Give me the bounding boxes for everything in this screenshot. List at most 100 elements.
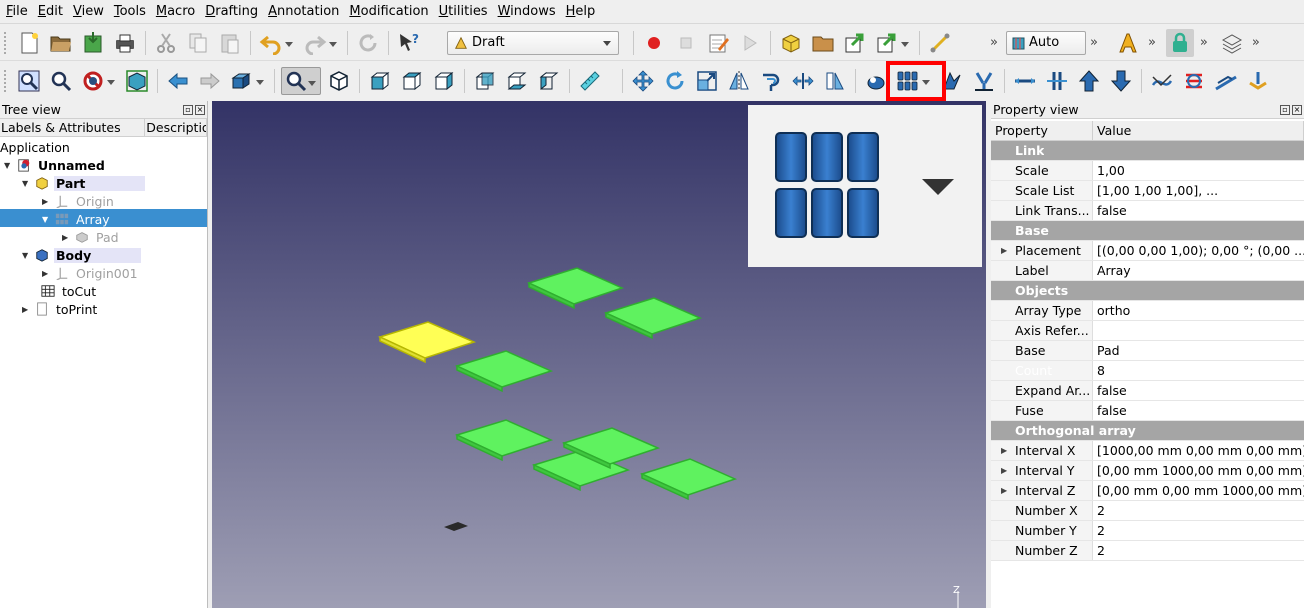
expand-arrow-icon[interactable]: ▶ (22, 305, 34, 314)
menu-file[interactable]: File (4, 4, 34, 19)
draft-slope-button[interactable] (1212, 67, 1240, 95)
cut-button[interactable] (152, 29, 180, 57)
toolbar-overflow-chevron[interactable]: » (990, 35, 998, 50)
collapse-arrow-icon[interactable]: ▼ (22, 251, 34, 260)
view-top-button[interactable] (398, 67, 426, 95)
tree-item-toprint[interactable]: ▶ toPrint (22, 300, 99, 318)
expand-arrow-icon[interactable]: ▶ (1001, 241, 1007, 260)
menu-drafting[interactable]: Drafting (203, 4, 264, 19)
property-row[interactable]: Link Trans... false (991, 201, 1304, 221)
macro-edit-button[interactable] (704, 29, 732, 57)
whats-this-button[interactable]: ? (395, 29, 423, 57)
draft-upgrade-button[interactable] (970, 67, 998, 95)
menu-macro[interactable]: Macro (154, 4, 201, 19)
layers-button[interactable] (1218, 29, 1246, 57)
draft-move-button[interactable] (629, 67, 657, 95)
toolbar-overflow-chevron[interactable]: » (1090, 35, 1098, 50)
property-value[interactable]: 1,00 (1093, 161, 1304, 180)
view-front-button[interactable] (366, 67, 394, 95)
property-row[interactable]: Fuse false (991, 401, 1304, 421)
draft-offset-button[interactable] (757, 67, 785, 95)
draft-scale-button[interactable] (693, 67, 721, 95)
tree-item-array[interactable]: ▼ Array (42, 210, 112, 228)
draft-downgrade-arrow-button[interactable] (1107, 67, 1135, 95)
macro-run-button[interactable] (736, 29, 764, 57)
property-col-name[interactable]: Property (991, 121, 1093, 140)
link-actions-button[interactable] (873, 29, 913, 57)
draft-split-button[interactable] (1011, 67, 1039, 95)
view-rear-button[interactable] (471, 67, 499, 95)
tree-item-unnamed[interactable]: ▼ Unnamed (4, 156, 107, 174)
tree-item-pad[interactable]: ▶ Pad (62, 228, 121, 246)
property-value[interactable]: false (1093, 201, 1304, 220)
refresh-button[interactable] (354, 29, 382, 57)
property-row[interactable]: ▶ Interval X [1000,00 mm 0,00 mm 0,00 mm] (991, 441, 1304, 461)
property-row[interactable]: Label Array (991, 261, 1304, 281)
property-row[interactable]: ▶ Placement [(0,00 0,00 1,00); 0,00 °; (0,… (991, 241, 1304, 261)
property-row[interactable]: Scale 1,00 (991, 161, 1304, 181)
draft-rotate-button[interactable] (661, 67, 689, 95)
copy-button[interactable] (184, 29, 212, 57)
menu-modification[interactable]: Modification (347, 4, 434, 19)
open-button[interactable] (47, 29, 75, 57)
toolbar-overflow-chevron[interactable]: » (1200, 35, 1208, 50)
property-value[interactable]: 8 (1093, 361, 1304, 380)
macro-record-button[interactable] (640, 29, 668, 57)
property-row[interactable]: ▶ Interval Z [0,00 mm 0,00 mm 1000,00 mm] (991, 481, 1304, 501)
fit-all-button[interactable] (15, 67, 43, 95)
toolbar-overflow-chevron[interactable]: » (1252, 35, 1260, 50)
property-row[interactable]: Count 8 (991, 361, 1304, 381)
menu-view[interactable]: View (71, 4, 110, 19)
macro-stop-button[interactable] (672, 29, 700, 57)
snap-lock-button[interactable] (1165, 28, 1194, 57)
property-value[interactable] (1093, 321, 1304, 340)
property-row[interactable]: Number Y 2 (991, 521, 1304, 541)
property-value[interactable]: false (1093, 401, 1304, 420)
close-panel-icon[interactable]: × (1292, 104, 1302, 115)
link-button[interactable] (841, 29, 869, 57)
property-row[interactable]: Axis Refer... (991, 321, 1304, 341)
property-value[interactable]: ortho (1093, 301, 1304, 320)
tree-col-labels[interactable]: Labels & Attributes (0, 119, 146, 136)
property-value[interactable]: [(0,00 0,00 1,00); 0,00 °; (0,00 ... (1093, 241, 1304, 260)
back-button[interactable] (164, 67, 192, 95)
draft-wire-to-bspline-button[interactable] (1148, 67, 1176, 95)
draft-clone-button[interactable] (821, 67, 849, 95)
tree-item-part[interactable]: ▼ Part (22, 174, 146, 192)
paste-button[interactable] (216, 29, 244, 57)
3d-viewport[interactable]: Z (212, 101, 986, 608)
property-value[interactable]: 2 (1093, 521, 1304, 540)
print-button[interactable] (111, 29, 139, 57)
view-bottom-button[interactable] (503, 67, 531, 95)
float-panel-icon[interactable]: ▫ (183, 104, 193, 115)
draft-stretch-button[interactable] (789, 67, 817, 95)
measure-button[interactable] (576, 67, 604, 95)
expand-arrow-icon[interactable]: ▶ (1001, 461, 1007, 480)
draft-working-plane-proxy-button[interactable] (1244, 67, 1272, 95)
draft-draft2sketch-button[interactable] (1180, 67, 1208, 95)
menu-windows[interactable]: Windows (496, 4, 562, 19)
save-button[interactable] (79, 29, 107, 57)
collapse-arrow-icon[interactable]: ▼ (22, 179, 34, 188)
close-panel-icon[interactable]: × (195, 104, 205, 115)
tree-item-origin[interactable]: ▶ Origin (42, 192, 116, 210)
expand-arrow-icon[interactable]: ▶ (1001, 481, 1007, 500)
expand-arrow-icon[interactable]: ▶ (1001, 441, 1007, 460)
property-value[interactable]: [1000,00 mm 0,00 mm 0,00 mm] (1093, 441, 1304, 460)
property-row[interactable]: Base Pad (991, 341, 1304, 361)
menu-annotation[interactable]: Annotation (266, 4, 345, 19)
expand-arrow-icon[interactable]: ▶ (62, 233, 74, 242)
bounding-box-button[interactable] (123, 67, 151, 95)
zoom-box-button[interactable] (281, 67, 321, 95)
tree-item-tocut[interactable]: toCut (28, 282, 98, 300)
property-row[interactable]: ▶ Interval Y [0,00 mm 1000,00 mm 0,00 mm] (991, 461, 1304, 481)
property-value[interactable]: Pad (1093, 341, 1304, 360)
draft-mirror-button[interactable] (725, 67, 753, 95)
property-row[interactable]: Expand Ar... false (991, 381, 1304, 401)
text-annotation-button[interactable] (1114, 29, 1142, 57)
menu-tools[interactable]: Tools (112, 4, 152, 19)
float-panel-icon[interactable]: ▫ (1280, 104, 1290, 115)
draw-style-button[interactable] (79, 67, 119, 95)
expand-arrow-icon[interactable]: ▶ (42, 269, 54, 278)
part-button[interactable] (777, 29, 805, 57)
